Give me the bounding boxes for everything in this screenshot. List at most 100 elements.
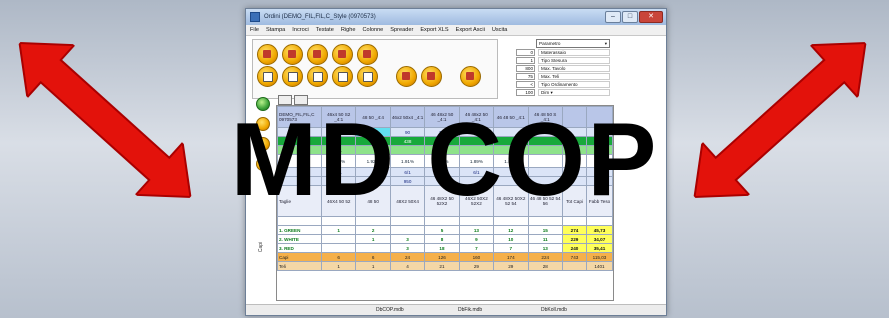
param-value-input[interactable]: 75 [516,73,535,80]
param-value-input[interactable]: 1 [516,57,535,64]
param-row: 800 Max. Tavolo [516,65,610,72]
menu-file[interactable]: File [250,27,259,33]
minimize-button[interactable]: – [605,11,621,23]
grid-cell[interactable]: 7 [493,243,529,253]
grid-cell: 3. RED [277,243,322,253]
grid-cell: 29 [458,261,495,271]
grid-cell: 28 [527,261,564,271]
toolbar-button-6[interactable] [257,66,278,87]
grid-cell[interactable] [389,225,426,235]
toolbar-button-3[interactable] [307,44,328,65]
status-db-cop: DbCOP.mdb [376,307,404,313]
grid-cell: Teli [277,261,322,271]
toolbar-button-10[interactable] [357,66,378,87]
param-row: < Tipo Ordinamento [516,81,610,88]
grid-cell: 240 [562,243,587,253]
param-row: 75 Max. Teli [516,73,610,80]
grid-cell: 174 [493,252,529,262]
toolbar-button-13[interactable] [460,66,481,87]
grid-cell[interactable]: 7 [458,243,495,253]
param-label: Tipo Ordinamento [538,81,610,88]
toolbar-button-8[interactable] [307,66,328,87]
grid-cell: 35,41 [586,243,613,253]
menu-colonne[interactable]: Colonne [362,27,383,33]
toolbar-button-7[interactable] [282,66,303,87]
menu-bar: File Stampa Incroci Testate Righe Colonn… [246,25,666,36]
menu-stampa[interactable]: Stampa [266,27,285,33]
param-value-input[interactable]: 800 [516,65,535,72]
grid-cell: 6 [320,252,357,262]
grid-cell[interactable]: 13 [527,243,564,253]
grid-cell: Capi [277,252,322,262]
grid-cell [562,261,587,271]
grid-cell: 743 [562,252,587,262]
grid-cell[interactable]: 5 [424,225,460,235]
status-bar: DbCOP.mdb DbFik.mdb DbKoll.mdb [246,304,666,315]
grid-cell: 224 [527,252,564,262]
grid-cell[interactable]: 8 [424,234,460,244]
grid-cell[interactable] [320,234,357,244]
param-label: Max. Tavolo [538,65,610,72]
toolbar [252,39,498,99]
side-label: Capi [258,241,265,253]
grid-cell[interactable]: 18 [424,243,460,253]
qty-row: 3. RED 3 18 7 7 13 240 35,41 [277,243,613,253]
grid-cell: 6 [355,252,391,262]
toolbar-button-12[interactable] [421,66,442,87]
app-icon [250,12,260,22]
toolbar-button-11[interactable] [396,66,417,87]
grid-cell[interactable] [355,243,391,253]
status-db-koll: DbKoll.mdb [541,307,567,313]
grid-cell: 29 [493,261,529,271]
parameter-select[interactable]: Parametro ▾ [536,39,610,48]
grid-cell[interactable]: 13 [458,225,495,235]
grid-cell: 21 [424,261,460,271]
toolbar-button-5[interactable] [357,44,378,65]
grid-cell: 126 [424,252,460,262]
menu-incroci[interactable]: Incroci [292,27,308,33]
grid-cell: 1 [355,261,391,271]
menu-spreader[interactable]: Spreader [390,27,413,33]
param-label: Max. Teli [538,73,610,80]
grid-cell: 4 [389,261,426,271]
toolbar-button-4[interactable] [332,44,353,65]
grid-cell: 1401 [586,261,613,271]
overlay-title: MD COP [230,102,659,218]
menu-export-ascii[interactable]: Export Ascii [456,27,485,33]
grid-cell[interactable]: 15 [527,225,564,235]
param-label: Dim ▾ [538,89,610,96]
grid-cell[interactable]: 11 [527,234,564,244]
grid-cell: 24 [389,252,426,262]
param-label: Materassaio [538,49,610,56]
grid-cell[interactable]: 2 [355,225,391,235]
grid-cell: 1. GREEN [277,225,322,235]
param-value-input[interactable]: 100 [516,89,535,96]
qty-row: 2. WHITE 1 3 8 9 10 11 229 34,07 [277,234,613,244]
param-value-input[interactable]: < [516,81,535,88]
grid-cell: 160 [458,252,495,262]
menu-export-xls[interactable]: Export XLS [420,27,448,33]
grid-cell: 229 [562,234,587,244]
menu-uscita[interactable]: Uscita [492,27,508,33]
maximize-button[interactable]: □ [622,11,638,23]
grid-cell[interactable]: 1 [355,234,391,244]
grid-cell: 45,73 [586,225,613,235]
totals-row: Capi 6 6 24 126 160 174 224 743 115,03 [277,252,613,262]
grid-cell[interactable]: 9 [458,234,495,244]
toolbar-button-9[interactable] [332,66,353,87]
menu-righe[interactable]: Righe [341,27,356,33]
toolbar-button-1[interactable] [257,44,278,65]
grid-cell[interactable]: 1 [320,225,357,235]
toolbar-button-2[interactable] [282,44,303,65]
totals-row: Teli 1 1 4 21 29 29 28 1401 [277,261,613,271]
param-row: 1 Tipo Stesura [516,57,610,64]
close-button[interactable]: ✕ [639,11,663,23]
grid-cell[interactable]: 3 [389,243,426,253]
grid-cell[interactable] [320,243,357,253]
menu-testate[interactable]: Testate [316,27,334,33]
grid-cell[interactable]: 10 [493,234,529,244]
param-value-input[interactable]: 0 [516,49,535,56]
grid-cell[interactable]: 12 [493,225,529,235]
grid-cell: 1 [320,261,357,271]
grid-cell[interactable]: 3 [389,234,426,244]
